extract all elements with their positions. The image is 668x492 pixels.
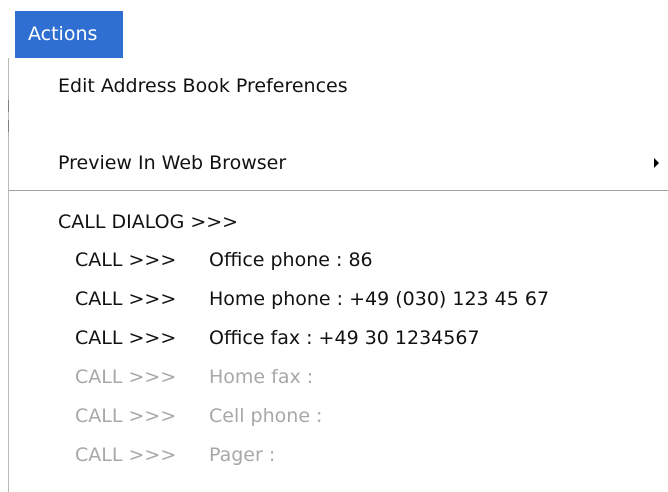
call-home-phone[interactable]: CALL >>> Home phone : +49 (030) 123 45 6… <box>9 280 668 318</box>
call-prefix: CALL >>> <box>75 366 177 388</box>
call-dialog-item[interactable]: CALL DIALOG >>> <box>9 203 668 241</box>
menu-item-label: Preview In Web Browser <box>58 152 287 174</box>
actions-menu-title[interactable]: Actions <box>15 11 123 58</box>
menu-item-label: Edit Address Book Preferences <box>58 75 348 97</box>
call-entry-label: Home fax : <box>209 366 314 388</box>
call-office-phone[interactable]: CALL >>> Office phone : 86 <box>9 241 668 279</box>
call-prefix: CALL >>> <box>75 288 177 310</box>
call-entry-label: Home phone : +49 (030) 123 45 67 <box>209 288 550 310</box>
actions-menu-screen: Actions Edit Address Book Preferences Pr… <box>0 0 668 492</box>
dropdown-edge-mark <box>8 120 9 132</box>
menu-separator <box>9 190 668 192</box>
call-dialog-label: CALL DIALOG >>> <box>58 211 239 233</box>
call-pager: CALL >>> Pager : <box>9 436 668 474</box>
submenu-arrow-icon <box>654 158 659 168</box>
call-entry-label: Office fax : +49 30 1234567 <box>209 327 480 349</box>
call-home-fax: CALL >>> Home fax : <box>9 358 668 396</box>
menu-item-edit-preferences[interactable]: Edit Address Book Preferences <box>9 66 668 106</box>
call-prefix: CALL >>> <box>75 444 177 466</box>
actions-dropdown: Edit Address Book Preferences Preview In… <box>8 58 668 492</box>
call-entry-label: Office phone : 86 <box>209 249 373 271</box>
menu-item-preview-in-browser[interactable]: Preview In Web Browser <box>9 143 668 183</box>
call-entry-label: Cell phone : <box>209 405 323 427</box>
call-prefix: CALL >>> <box>75 405 177 427</box>
call-office-fax[interactable]: CALL >>> Office fax : +49 30 1234567 <box>9 319 668 357</box>
call-prefix: CALL >>> <box>75 249 177 271</box>
call-prefix: CALL >>> <box>75 327 177 349</box>
call-cell-phone: CALL >>> Cell phone : <box>9 397 668 435</box>
call-entry-label: Pager : <box>209 444 276 466</box>
